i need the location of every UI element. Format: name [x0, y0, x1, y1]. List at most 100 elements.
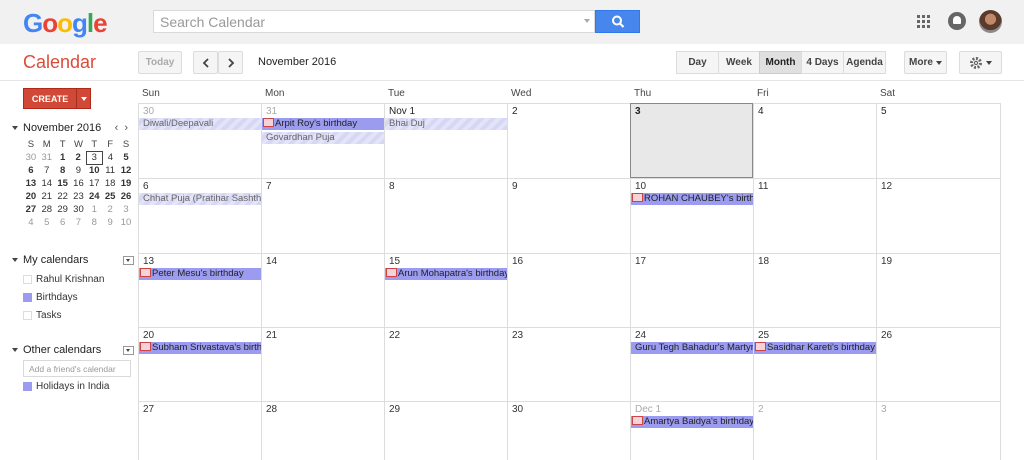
day-cell[interactable]: 17	[630, 253, 753, 327]
day-number[interactable]: 19	[881, 256, 892, 267]
mini-day[interactable]: 22	[55, 190, 71, 203]
mini-day[interactable]: 26	[118, 190, 134, 203]
day-cell[interactable]: 10	[630, 178, 753, 253]
mini-day[interactable]: 7	[39, 164, 55, 177]
day-cell[interactable]: 29	[384, 401, 507, 460]
day-number[interactable]: 29	[389, 404, 400, 415]
settings-button[interactable]	[959, 51, 1002, 74]
mini-day[interactable]: 9	[102, 216, 118, 229]
mini-day[interactable]: 12	[118, 164, 134, 177]
day-cell[interactable]: 30	[138, 103, 261, 178]
day-cell[interactable]: 20	[138, 327, 261, 401]
calendar-event[interactable]: Arpit Roy's birthday	[262, 118, 384, 130]
day-number[interactable]: 5	[881, 106, 887, 117]
day-cell[interactable]: 24	[630, 327, 753, 401]
view-month-button[interactable]: Month	[759, 51, 802, 74]
day-number[interactable]: 28	[266, 404, 277, 415]
day-number[interactable]: 3	[635, 106, 641, 117]
day-number[interactable]: 18	[758, 256, 769, 267]
mini-day[interactable]: 3	[118, 203, 134, 216]
mini-day[interactable]: 24	[86, 190, 102, 203]
mini-day[interactable]: 11	[102, 164, 118, 177]
mini-day[interactable]: 2	[71, 151, 87, 164]
mini-day[interactable]: 16	[71, 177, 87, 190]
day-number[interactable]: 6	[143, 181, 149, 192]
day-number[interactable]: 13	[143, 256, 154, 267]
app-title[interactable]: Calendar	[23, 52, 96, 73]
today-button[interactable]: Today	[138, 51, 182, 74]
calendar-event[interactable]: Bhai Duj	[385, 118, 507, 130]
calendar-event[interactable]: Govardhan Puja	[262, 132, 384, 144]
day-number[interactable]: Dec 1	[635, 404, 661, 415]
day-cell[interactable]: 13	[138, 253, 261, 327]
day-number[interactable]: 25	[758, 330, 769, 341]
mini-day[interactable]: 2	[102, 203, 118, 216]
mini-day[interactable]: 17	[86, 177, 102, 190]
day-number[interactable]: 14	[266, 256, 277, 267]
mini-day[interactable]: 27	[23, 203, 39, 216]
day-cell[interactable]: 14	[261, 253, 384, 327]
mini-day[interactable]: 4	[23, 216, 39, 229]
day-number[interactable]: 21	[266, 330, 277, 341]
mini-day[interactable]: 20	[23, 190, 39, 203]
day-cell[interactable]: 8	[384, 178, 507, 253]
day-cell[interactable]: 26	[876, 327, 1001, 401]
day-number[interactable]: 27	[143, 404, 154, 415]
day-number[interactable]: 12	[881, 181, 892, 192]
day-cell[interactable]: 28	[261, 401, 384, 460]
day-number[interactable]: 16	[512, 256, 523, 267]
day-cell[interactable]: 6	[138, 178, 261, 253]
day-number[interactable]: 24	[635, 330, 646, 341]
calendar-item[interactable]: Holidays in India	[23, 380, 109, 393]
day-number[interactable]: 30	[143, 106, 154, 117]
search-options-dropdown-icon[interactable]	[584, 19, 590, 23]
day-cell[interactable]: 27	[138, 401, 261, 460]
day-number[interactable]: 17	[635, 256, 646, 267]
day-number[interactable]: 30	[512, 404, 523, 415]
day-number[interactable]: 31	[266, 106, 277, 117]
day-cell[interactable]: 19	[876, 253, 1001, 327]
create-dropdown[interactable]	[76, 89, 90, 108]
day-number[interactable]: 20	[143, 330, 154, 341]
other-calendars-header[interactable]: Other calendars	[10, 343, 134, 357]
calendar-item[interactable]: Birthdays	[23, 291, 78, 304]
mini-day[interactable]: 8	[55, 164, 71, 177]
day-cell[interactable]: 7	[261, 178, 384, 253]
day-cell[interactable]: 5	[876, 103, 1001, 178]
collapse-triangle-icon[interactable]	[12, 126, 18, 130]
day-cell[interactable]: 2	[507, 103, 630, 178]
day-number[interactable]: 2	[758, 404, 764, 415]
day-number[interactable]: 26	[881, 330, 892, 341]
mini-day[interactable]: 30	[71, 203, 87, 216]
my-calendars-menu-icon[interactable]	[123, 255, 134, 265]
mini-day[interactable]: 21	[39, 190, 55, 203]
calendar-color-swatch[interactable]	[23, 275, 32, 284]
mini-day[interactable]: 5	[118, 151, 134, 164]
day-cell[interactable]: 4	[753, 103, 876, 178]
mini-day[interactable]: 7	[71, 216, 87, 229]
mini-day[interactable]: 13	[23, 177, 39, 190]
mini-day[interactable]: 28	[39, 203, 55, 216]
day-number[interactable]: 4	[758, 106, 764, 117]
day-cell[interactable]: 3	[876, 401, 1001, 460]
mini-day[interactable]: 25	[102, 190, 118, 203]
day-number[interactable]: 3	[881, 404, 887, 415]
mini-day[interactable]: 18	[102, 177, 118, 190]
day-cell[interactable]: 16	[507, 253, 630, 327]
calendar-event[interactable]: Subham Srivastava's birthday	[139, 342, 261, 354]
day-number[interactable]: 8	[389, 181, 395, 192]
calendar-item[interactable]: Tasks	[23, 309, 62, 322]
day-number[interactable]: Nov 1	[389, 106, 415, 117]
day-number[interactable]: 23	[512, 330, 523, 341]
notifications-icon[interactable]	[948, 12, 966, 30]
day-cell[interactable]: 12	[876, 178, 1001, 253]
day-cell[interactable]: 3	[630, 103, 753, 178]
mini-day[interactable]: 29	[55, 203, 71, 216]
mini-day[interactable]: 4	[102, 151, 118, 164]
day-cell[interactable]: 18	[753, 253, 876, 327]
calendar-event[interactable]: Chhat Puja (Pratihar Sashthi/Surya Sasht…	[139, 193, 261, 205]
view-agenda-button[interactable]: Agenda	[843, 51, 886, 74]
mini-day[interactable]: 30	[23, 151, 39, 164]
calendar-color-swatch[interactable]	[23, 382, 32, 391]
day-number[interactable]: 11	[758, 181, 768, 192]
